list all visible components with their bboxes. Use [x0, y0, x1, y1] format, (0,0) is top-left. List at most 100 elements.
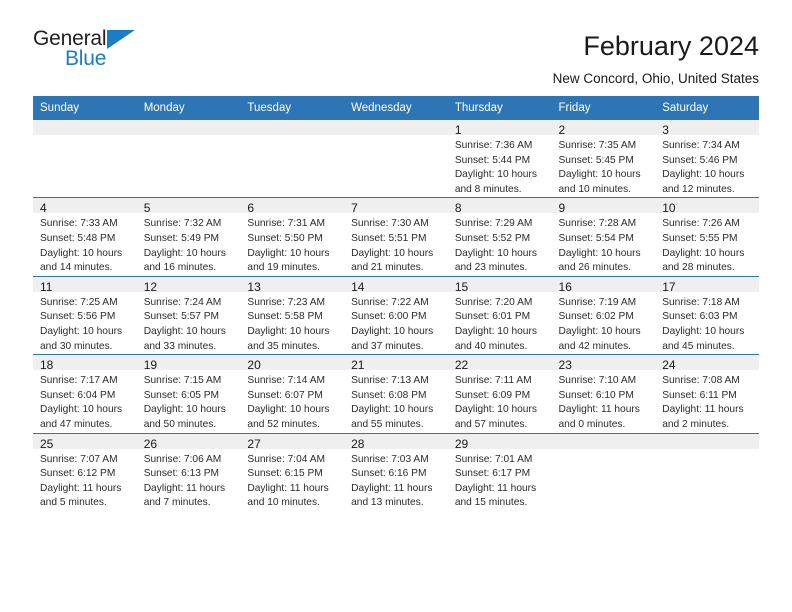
sunrise-text: Sunrise: 7:07 AM: [40, 453, 118, 465]
day-cell[interactable]: 29 Sunrise: 7:01 AM Sunset: 6:17 PM Dayl…: [447, 432, 552, 511]
daylight-text-line2: and 33 minutes.: [143, 340, 217, 352]
day-cell[interactable]: 5 Sunrise: 7:32 AM Sunset: 5:49 PM Dayli…: [136, 197, 241, 277]
day-number: 26: [136, 433, 241, 451]
daylight-text-line1: Daylight: 10 hours: [558, 247, 641, 259]
day-cell[interactable]: 27 Sunrise: 7:04 AM Sunset: 6:15 PM Dayl…: [240, 432, 345, 511]
day-cell[interactable]: 20 Sunrise: 7:14 AM Sunset: 6:07 PM Dayl…: [240, 354, 345, 433]
sunrise-text: Sunrise: 7:28 AM: [558, 218, 637, 230]
day-cell[interactable]: 6 Sunrise: 7:31 AM Sunset: 5:50 PM Dayli…: [240, 197, 345, 277]
day-cell[interactable]: 15 Sunrise: 7:20 AM Sunset: 6:01 PM Dayl…: [447, 275, 552, 355]
day-cell[interactable]: 4 Sunrise: 7:33 AM Sunset: 5:48 PM Dayli…: [33, 197, 137, 277]
day-cell[interactable]: 25 Sunrise: 7:07 AM Sunset: 6:12 PM Dayl…: [33, 432, 137, 511]
daylight-text-line1: Daylight: 10 hours: [40, 325, 123, 337]
day-cell[interactable]: 23 Sunrise: 7:10 AM Sunset: 6:10 PM Dayl…: [551, 354, 656, 433]
daylight-text-line2: and 2 minutes.: [662, 418, 730, 430]
day-cell[interactable]: 18 Sunrise: 7:17 AM Sunset: 6:04 PM Dayl…: [33, 354, 137, 433]
sunset-text: Sunset: 5:56 PM: [40, 311, 116, 323]
day-number: 13: [240, 276, 345, 294]
weekday-header-sunday: Sunday: [33, 96, 137, 120]
day-cell[interactable]: 1 Sunrise: 7:36 AM Sunset: 5:44 PM Dayli…: [447, 120, 552, 198]
daylight-text-line2: and 19 minutes.: [247, 262, 320, 274]
calendar-header-row: Sunday Monday Tuesday Wednesday Thursday…: [33, 96, 759, 120]
day-details: Sunrise: 7:08 AM Sunset: 6:11 PM Dayligh…: [655, 370, 759, 432]
day-details: Sunrise: 7:06 AM Sunset: 6:13 PM Dayligh…: [137, 449, 241, 511]
day-number: 2: [551, 120, 656, 137]
day-number: 6: [240, 198, 345, 215]
sunrise-text: Sunrise: 7:23 AM: [247, 296, 325, 308]
day-cell[interactable]: 17 Sunrise: 7:18 AM Sunset: 6:03 PM Dayl…: [655, 275, 759, 355]
weekday-header-wednesday: Wednesday: [344, 96, 448, 120]
day-cell[interactable]: 2 Sunrise: 7:35 AM Sunset: 5:45 PM Dayli…: [551, 120, 656, 198]
day-details: Sunrise: 7:25 AM Sunset: 5:56 PM Dayligh…: [33, 292, 137, 354]
daylight-text-line1: Daylight: 10 hours: [454, 404, 537, 416]
day-cell[interactable]: 22 Sunrise: 7:11 AM Sunset: 6:09 PM Dayl…: [447, 354, 552, 433]
daylight-text-line1: Daylight: 10 hours: [351, 325, 434, 337]
logo-text-blue: Blue: [65, 47, 107, 70]
sunrise-text: Sunrise: 7:34 AM: [662, 140, 740, 151]
day-number: 12: [136, 276, 241, 294]
page-title: February 2024: [583, 31, 759, 61]
daylight-text-line2: and 57 minutes.: [454, 418, 528, 430]
daylight-text-line2: and 26 minutes.: [558, 262, 632, 274]
day-cell[interactable]: 21 Sunrise: 7:13 AM Sunset: 6:08 PM Dayl…: [344, 354, 448, 433]
daylight-text-line1: Daylight: 10 hours: [247, 404, 330, 416]
day-number: [240, 120, 345, 135]
sunset-text: Sunset: 5:44 PM: [454, 154, 531, 166]
day-cell[interactable]: 10 Sunrise: 7:26 AM Sunset: 5:55 PM Dayl…: [655, 197, 759, 277]
sunset-text: Sunset: 6:08 PM: [351, 389, 427, 401]
day-cell[interactable]: 7 Sunrise: 7:30 AM Sunset: 5:51 PM Dayli…: [344, 197, 448, 277]
sunrise-text: Sunrise: 7:20 AM: [454, 296, 533, 308]
day-details: Sunrise: 7:15 AM Sunset: 6:05 PM Dayligh…: [137, 370, 241, 432]
sunrise-sunset-calendar: Sunday Monday Tuesday Wednesday Thursday…: [33, 96, 759, 511]
day-details: Sunrise: 7:29 AM Sunset: 5:52 PM Dayligh…: [448, 213, 552, 275]
daylight-text-line2: and 55 minutes.: [351, 418, 424, 430]
day-cell[interactable]: [136, 120, 241, 198]
day-cell[interactable]: [655, 432, 759, 511]
day-cell[interactable]: [551, 432, 656, 511]
day-details: Sunrise: 7:18 AM Sunset: 6:03 PM Dayligh…: [655, 292, 759, 354]
day-cell[interactable]: 13 Sunrise: 7:23 AM Sunset: 5:58 PM Dayl…: [240, 275, 345, 355]
sunrise-text: Sunrise: 7:17 AM: [40, 375, 118, 387]
day-cell[interactable]: 26 Sunrise: 7:06 AM Sunset: 6:13 PM Dayl…: [136, 432, 241, 511]
daylight-text-line1: Daylight: 10 hours: [143, 247, 226, 259]
day-cell[interactable]: [344, 120, 448, 198]
day-number: 4: [33, 198, 137, 215]
day-number: 25: [33, 433, 137, 451]
daylight-text-line2: and 0 minutes.: [558, 418, 626, 430]
day-cell[interactable]: 16 Sunrise: 7:19 AM Sunset: 6:02 PM Dayl…: [551, 275, 656, 355]
daylight-text-line1: Daylight: 10 hours: [558, 325, 641, 337]
day-cell[interactable]: 11 Sunrise: 7:25 AM Sunset: 5:56 PM Dayl…: [33, 275, 137, 355]
daylight-text-line2: and 14 minutes.: [40, 262, 113, 274]
daylight-text-line1: Daylight: 10 hours: [454, 247, 537, 259]
day-number: 29: [447, 433, 552, 451]
day-cell[interactable]: 24 Sunrise: 7:08 AM Sunset: 6:11 PM Dayl…: [655, 354, 759, 433]
day-number: 24: [655, 355, 759, 372]
sunrise-text: Sunrise: 7:19 AM: [558, 296, 637, 308]
week-row: 25 Sunrise: 7:07 AM Sunset: 6:12 PM Dayl…: [33, 432, 759, 511]
sunrise-text: Sunrise: 7:24 AM: [143, 296, 222, 308]
day-cell[interactable]: 12 Sunrise: 7:24 AM Sunset: 5:57 PM Dayl…: [136, 275, 241, 355]
day-cell[interactable]: 19 Sunrise: 7:15 AM Sunset: 6:05 PM Dayl…: [136, 354, 241, 433]
day-cell[interactable]: [33, 120, 137, 198]
day-cell[interactable]: 14 Sunrise: 7:22 AM Sunset: 6:00 PM Dayl…: [344, 275, 448, 355]
daylight-text-line1: Daylight: 10 hours: [662, 247, 745, 259]
day-details: [240, 135, 344, 197]
day-details: Sunrise: 7:24 AM Sunset: 5:57 PM Dayligh…: [137, 292, 241, 354]
day-number: 28: [344, 433, 448, 451]
daylight-text-line1: Daylight: 11 hours: [454, 482, 537, 494]
calendar-page: General Blue February 2024 New Concord, …: [0, 0, 792, 612]
day-details: Sunrise: 7:34 AM Sunset: 5:46 PM Dayligh…: [655, 135, 759, 197]
day-number: 19: [136, 355, 241, 372]
day-number: 23: [551, 355, 656, 372]
sunset-text: Sunset: 5:58 PM: [247, 311, 323, 323]
day-cell[interactable]: 3 Sunrise: 7:34 AM Sunset: 5:46 PM Dayli…: [655, 120, 759, 198]
week-row: 18 Sunrise: 7:17 AM Sunset: 6:04 PM Dayl…: [33, 354, 759, 433]
day-cell[interactable]: 8 Sunrise: 7:29 AM Sunset: 5:52 PM Dayli…: [447, 197, 552, 277]
daylight-text-line1: Daylight: 11 hours: [40, 482, 122, 494]
day-details: Sunrise: 7:20 AM Sunset: 6:01 PM Dayligh…: [448, 292, 552, 354]
day-details: Sunrise: 7:23 AM Sunset: 5:58 PM Dayligh…: [240, 292, 344, 354]
day-cell[interactable]: 9 Sunrise: 7:28 AM Sunset: 5:54 PM Dayli…: [551, 197, 656, 277]
day-cell[interactable]: 28 Sunrise: 7:03 AM Sunset: 6:16 PM Dayl…: [344, 432, 448, 511]
day-cell[interactable]: [240, 120, 345, 198]
sunset-text: Sunset: 6:12 PM: [40, 468, 116, 480]
